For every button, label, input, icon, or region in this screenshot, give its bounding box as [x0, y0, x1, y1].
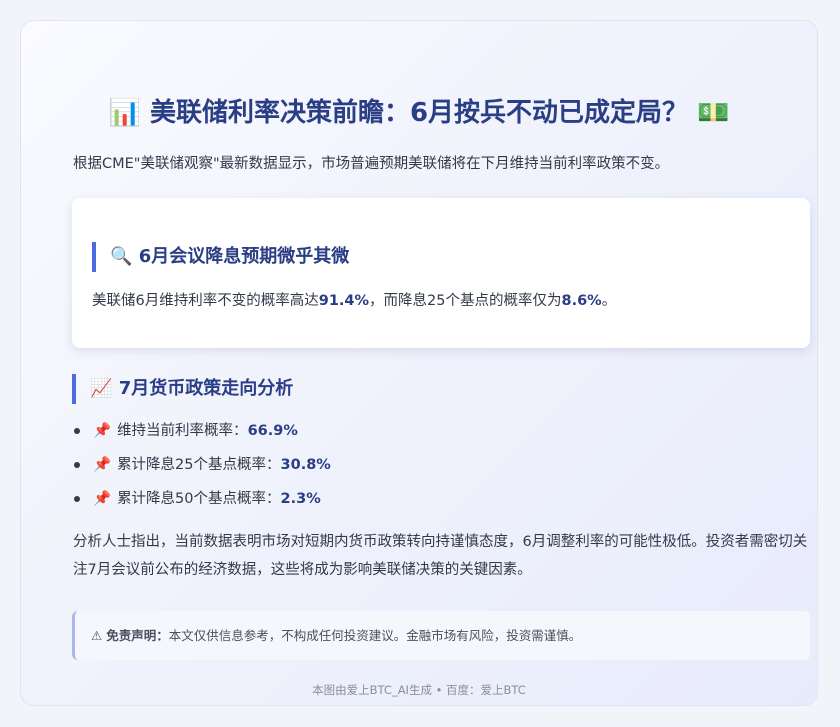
june-cut-probability: 8.6%	[561, 293, 602, 309]
bullet-dot	[74, 428, 80, 434]
list-item-value: 66.9%	[247, 423, 298, 439]
list-item: 📌 累计降息25个基点概率：30.8%	[73, 453, 331, 487]
analysis-paragraph: 分析人士指出，当前数据表明市场对短期内货币政策转向持谨慎态度，6月调整利率的可能…	[73, 534, 808, 578]
article-card: 📊 美联储利率决策前瞻：6月按兵不动已成定局？ 💵 根据CME"美联储观察"最新…	[20, 20, 818, 706]
list-item-value: 2.3%	[280, 491, 321, 507]
june-summary: 美联储6月维持利率不变的概率高达91.4%，而降息25个基点的概率仅为8.6%。	[92, 290, 616, 312]
trend-chart-icon: 📈	[90, 378, 113, 399]
intro-paragraph: 根据CME"美联储观察"最新数据显示，市场普遍预期美联储将在下月维持当前利率政策…	[73, 156, 670, 172]
july-heading: 📈 7月货币政策走向分析	[72, 374, 293, 404]
list-item: 📌 累计降息50个基点概率：2.3%	[73, 487, 331, 521]
page-title: 📊 美联储利率决策前瞻：6月按兵不动已成定局？ 💵	[21, 95, 817, 131]
disclaimer-text: 本文仅供信息参考，不构成任何投资建议。金融市场有风险，投资需谨慎。	[168, 628, 582, 643]
june-text-after: 。	[601, 293, 617, 309]
bullet-dot	[74, 462, 80, 468]
july-probability-list: 📌 维持当前利率概率：66.9% 📌 累计降息25个基点概率：30.8% 📌 累计降息…	[73, 419, 331, 521]
list-item-label: 累计降息50个基点概率：	[117, 491, 281, 507]
disclaimer-label: 免责声明：	[106, 628, 169, 643]
june-text-middle: ，而降息25个基点的概率仅为	[369, 293, 562, 309]
footer-credit: 本图由爱上BTC_AI生成 • 百度：爱上BTC	[312, 683, 526, 697]
magnifier-icon: 🔍	[110, 246, 133, 267]
list-item-label: 累计降息25个基点概率：	[117, 457, 281, 473]
money-icon: 💵	[697, 98, 730, 128]
june-text-before: 美联储6月维持利率不变的概率高达	[92, 293, 319, 309]
list-item-label: 维持当前利率概率：	[117, 423, 248, 439]
june-highlight-box: 🔍 6月会议降息预期微乎其微 美联储6月维持利率不变的概率高达91.4%，而降息…	[72, 198, 810, 348]
june-heading-text: 6月会议降息预期微乎其微	[138, 246, 350, 267]
june-heading: 🔍 6月会议降息预期微乎其微	[92, 242, 349, 272]
bar-chart-icon: 📊	[108, 98, 141, 128]
pushpin-icon: 📌	[93, 423, 112, 439]
warning-icon: ⚠	[91, 628, 103, 643]
list-item: 📌 维持当前利率概率：66.9%	[73, 419, 331, 453]
disclaimer-box: ⚠ 免责声明：本文仅供信息参考，不构成任何投资建议。金融市场有风险，投资需谨慎。	[72, 611, 810, 660]
pushpin-icon: 📌	[93, 491, 112, 507]
list-item-value: 30.8%	[280, 457, 331, 473]
june-hold-probability: 91.4%	[318, 293, 370, 309]
bullet-dot	[74, 496, 80, 502]
pushpin-icon: 📌	[93, 457, 112, 473]
july-heading-text: 7月货币政策走向分析	[118, 378, 294, 399]
title-text: 美联储利率决策前瞻：6月按兵不动已成定局？	[149, 98, 689, 128]
